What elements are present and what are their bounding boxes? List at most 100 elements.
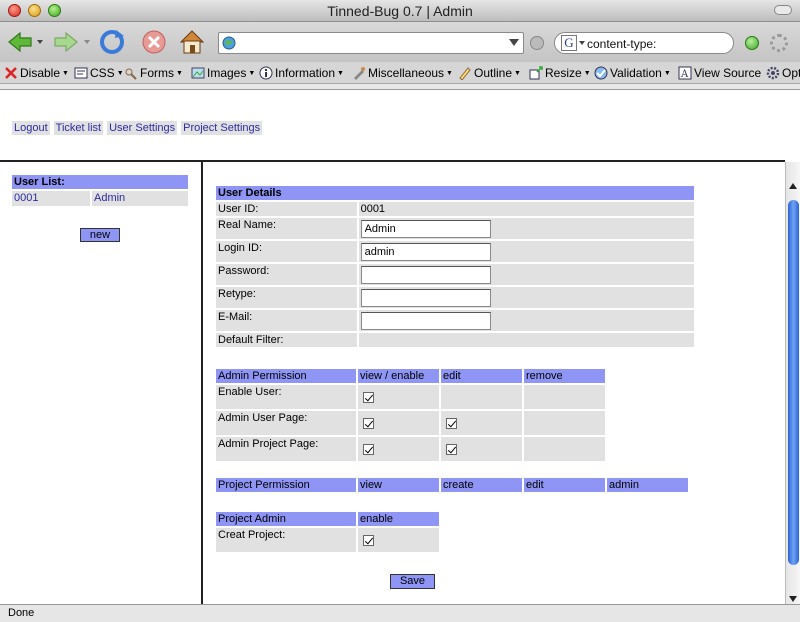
- dev-menu-label: Images: [207, 66, 247, 80]
- dev-menu-miscellaneous[interactable]: Miscellaneous ▼: [352, 65, 453, 81]
- login-id-field[interactable]: [360, 243, 491, 261]
- default-filter-value: [358, 333, 694, 347]
- user-name-link[interactable]: Admin: [92, 191, 188, 206]
- col-remove: remove: [524, 369, 605, 383]
- save-button[interactable]: Save: [390, 574, 435, 589]
- admin-user-page-edit-checkbox[interactable]: [446, 418, 457, 429]
- dev-menu-information[interactable]: Information ▼: [259, 65, 344, 81]
- dev-menu-validation[interactable]: Validation ▼: [594, 65, 671, 81]
- loading-throbber-icon: [770, 34, 788, 52]
- top-navigation: Logout Ticket list User Settings Project…: [12, 121, 263, 135]
- password-field[interactable]: [360, 266, 491, 284]
- css-icon: [74, 67, 88, 79]
- ticket-list-link[interactable]: Ticket list: [53, 121, 104, 135]
- validation-icon: [594, 66, 608, 80]
- dev-menu-label: Outline: [474, 66, 513, 80]
- back-button[interactable]: [6, 28, 34, 56]
- information-icon: [259, 66, 273, 80]
- go-button[interactable]: [530, 36, 544, 50]
- view-source-icon: A: [678, 66, 692, 80]
- miscellaneous-icon: [354, 67, 365, 80]
- retype-password-field[interactable]: [360, 289, 491, 307]
- stop-icon: [142, 30, 166, 54]
- search-engine-dropdown-icon[interactable]: [579, 41, 585, 45]
- dev-menu-view-source[interactable]: A View Source: [678, 65, 761, 81]
- gear-icon: [766, 66, 780, 80]
- creat-project-checkbox[interactable]: [363, 535, 374, 546]
- forward-history-caret[interactable]: [84, 40, 90, 44]
- admin-permission-table: Admin Permission view / enable edit remo…: [214, 367, 607, 463]
- user-list: User List: 0001 Admin: [12, 175, 188, 206]
- list-item[interactable]: 0001 Admin: [12, 191, 188, 206]
- creat-project-label: Creat Project:: [216, 528, 356, 552]
- project-settings-link[interactable]: Project Settings: [181, 121, 263, 135]
- enable-user-view-checkbox[interactable]: [363, 392, 374, 403]
- forward-button[interactable]: [52, 28, 80, 56]
- password-label: Password:: [216, 264, 357, 285]
- user-settings-link[interactable]: User Settings: [107, 121, 178, 135]
- project-admin-header: Project Admin: [216, 512, 356, 526]
- user-details-header: User Details: [216, 186, 694, 200]
- real-name-label: Real Name:: [216, 218, 357, 239]
- reload-button[interactable]: [98, 28, 126, 56]
- navigation-toolbar: G content-type:: [0, 22, 800, 62]
- email-label: E-Mail:: [216, 310, 357, 331]
- status-text: Done: [8, 607, 35, 619]
- stop-button[interactable]: [140, 28, 168, 56]
- forward-arrow-icon: [54, 31, 78, 53]
- site-globe-icon: [222, 36, 236, 50]
- col-admin: admin: [607, 478, 688, 492]
- back-history-caret[interactable]: [37, 40, 43, 44]
- dev-menu-css[interactable]: CSS ▼: [74, 65, 124, 81]
- scrollbar-thumb[interactable]: [788, 200, 799, 565]
- frame-divider-horizontal: [0, 160, 785, 162]
- scroll-down-arrow-icon[interactable]: [789, 596, 797, 602]
- dev-menu-forms[interactable]: Forms ▼: [124, 65, 183, 81]
- project-permission-header: Project Permission: [216, 478, 356, 492]
- user-id-value: 0001: [358, 202, 694, 216]
- window-titlebar: Tinned-Bug 0.7 | Admin: [0, 0, 800, 22]
- toolbar-separator: [0, 84, 800, 90]
- toolbar-toggle-button[interactable]: [774, 5, 792, 15]
- vertical-scrollbar[interactable]: [785, 162, 800, 604]
- svg-text:A: A: [680, 69, 689, 80]
- user-details-table: User Details User ID: 0001 Real Name: Lo…: [214, 184, 696, 349]
- project-admin-table: Project Admin enable Creat Project:: [214, 510, 441, 554]
- user-id-link[interactable]: 0001: [12, 191, 90, 206]
- dev-menu-disable[interactable]: Disable ▼: [4, 65, 69, 81]
- images-icon: [191, 67, 205, 79]
- search-go-button[interactable]: [745, 36, 759, 50]
- search-box[interactable]: G content-type:: [554, 32, 734, 54]
- user-id-label: User ID:: [216, 202, 357, 216]
- forms-icon: [125, 68, 137, 80]
- url-history-dropdown[interactable]: [509, 39, 519, 46]
- dev-menu-outline[interactable]: Outline ▼: [458, 65, 521, 81]
- dev-menu-resize[interactable]: Resize ▼: [529, 65, 591, 81]
- home-button[interactable]: [178, 28, 206, 56]
- status-bar: Done: [0, 604, 800, 622]
- admin-user-page-view-checkbox[interactable]: [363, 418, 374, 429]
- new-user-button[interactable]: new: [80, 228, 120, 242]
- admin-project-page-edit-checkbox[interactable]: [446, 444, 457, 455]
- admin-user-page-label: Admin User Page:: [216, 411, 356, 435]
- dev-menu-label: Resize: [545, 66, 582, 80]
- dev-menu-images[interactable]: Images ▼: [191, 65, 255, 81]
- enable-user-label: Enable User:: [216, 385, 356, 409]
- url-bar[interactable]: [218, 32, 524, 54]
- col-view-enable: view / enable: [358, 369, 439, 383]
- real-name-field[interactable]: [360, 220, 491, 238]
- admin-permission-header: Admin Permission: [216, 369, 356, 383]
- retype-label: Retype:: [216, 287, 357, 308]
- admin-project-page-label: Admin Project Page:: [216, 437, 356, 461]
- project-permission-table: Project Permission view create edit admi…: [214, 476, 690, 494]
- admin-project-page-view-checkbox[interactable]: [363, 444, 374, 455]
- google-search-engine-icon[interactable]: G: [561, 35, 577, 51]
- logout-link[interactable]: Logout: [12, 121, 50, 135]
- email-field[interactable]: [360, 312, 491, 330]
- scroll-up-arrow-icon[interactable]: [789, 183, 797, 189]
- dev-menu-options[interactable]: Opt: [766, 65, 800, 81]
- user-list-header: User List:: [12, 175, 188, 189]
- frame-divider-vertical[interactable]: [201, 160, 203, 604]
- col-edit: edit: [441, 369, 522, 383]
- outline-icon: [459, 67, 471, 80]
